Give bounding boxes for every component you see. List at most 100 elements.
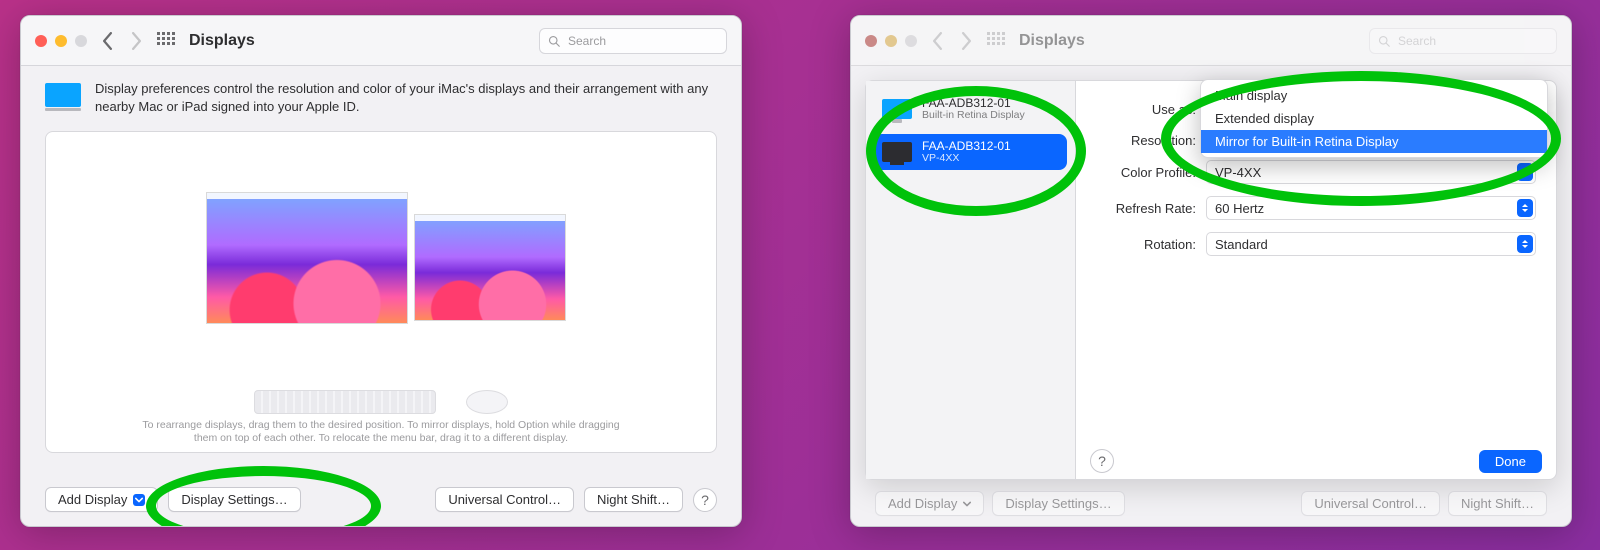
button-label: Universal Control…: [448, 492, 561, 507]
display-settings-sheet: FAA-ADB312-01 Built-in Retina Display FA…: [865, 80, 1557, 480]
button-label: Display Settings…: [181, 492, 287, 507]
use-as-label: Use as:: [1096, 102, 1196, 117]
display-thumbnail-main[interactable]: [206, 192, 408, 324]
rotation-select[interactable]: Standard: [1206, 232, 1536, 256]
intro-row: Display preferences control the resoluti…: [21, 66, 741, 125]
search-icon: [548, 35, 560, 47]
select-stepper-icon: [1517, 163, 1533, 181]
displays-window-right: Displays FAA-ADB312-01 Built-in Retina D…: [850, 15, 1572, 527]
toolbar: Displays: [21, 16, 741, 66]
display-settings-pane: Use as: Resolution: Scaled Color Profile…: [1076, 81, 1556, 479]
use-as-popup: Main display Extended display Mirror for…: [1200, 79, 1548, 158]
search-field: [1369, 28, 1557, 54]
color-profile-row: Color Profile: VP-4XX: [1096, 160, 1536, 184]
night-shift-button: Night Shift…: [1448, 491, 1547, 516]
keyboard-mouse-graphic: [46, 390, 716, 414]
close-window-button[interactable]: [865, 35, 877, 47]
rotation-row: Rotation: Standard: [1096, 232, 1536, 256]
nav-arrows: [101, 32, 143, 50]
display-icon: [45, 83, 81, 107]
arrangement-help-line: To rearrange displays, drag them to the …: [60, 419, 702, 433]
color-profile-label: Color Profile:: [1096, 165, 1196, 180]
resolution-label: Resolution:: [1096, 133, 1196, 148]
display-name: FAA-ADB312-01: [922, 140, 1011, 153]
chevron-down-icon: [133, 494, 145, 506]
sheet-footer: ? Done: [1090, 449, 1542, 473]
wallpaper-icon: [415, 215, 565, 320]
all-prefs-grid-icon: [987, 32, 1005, 50]
display-list-item-external[interactable]: FAA-ADB312-01 VP-4XX: [874, 134, 1067, 171]
window-title: Displays: [1019, 32, 1085, 50]
keyboard-icon: [254, 390, 436, 414]
done-button[interactable]: Done: [1479, 450, 1542, 473]
display-list-item-builtin[interactable]: FAA-ADB312-01 Built-in Retina Display: [874, 91, 1067, 128]
select-value: VP-4XX: [1215, 165, 1261, 180]
mouse-icon: [466, 390, 508, 414]
window-title: Displays: [189, 32, 255, 50]
universal-control-button: Universal Control…: [1301, 491, 1440, 516]
button-label: Display Settings…: [1005, 496, 1111, 511]
help-button[interactable]: ?: [693, 488, 717, 512]
help-button[interactable]: ?: [1090, 449, 1114, 473]
displays-window-left: Displays Display preferences control the…: [20, 15, 742, 527]
arrangement-help-text: To rearrange displays, drag them to the …: [60, 419, 702, 446]
add-display-button[interactable]: Add Display: [45, 487, 158, 512]
night-shift-button[interactable]: Night Shift…: [584, 487, 683, 512]
button-label: Add Display: [888, 496, 957, 511]
select-stepper-icon: [1517, 235, 1533, 253]
display-list-item-text: FAA-ADB312-01 VP-4XX: [922, 140, 1011, 165]
button-label: Night Shift…: [597, 492, 670, 507]
button-label: Universal Control…: [1314, 496, 1427, 511]
footer-right: Add Display Display Settings… Universal …: [875, 491, 1547, 516]
zoom-window-button[interactable]: [905, 35, 917, 47]
intro-text: Display preferences control the resoluti…: [95, 80, 717, 115]
zoom-window-button[interactable]: [75, 35, 87, 47]
back-button[interactable]: [101, 32, 114, 50]
wallpaper-icon: [207, 193, 407, 323]
forward-button[interactable]: [130, 32, 143, 50]
window-traffic-lights: [865, 35, 917, 47]
universal-control-button[interactable]: Universal Control…: [435, 487, 574, 512]
select-stepper-icon: [1517, 199, 1533, 217]
minimize-window-button[interactable]: [885, 35, 897, 47]
rotation-label: Rotation:: [1096, 237, 1196, 252]
arrangement-help-line: them on top of each other. To relocate t…: [60, 432, 702, 446]
refresh-rate-select[interactable]: 60 Hertz: [1206, 196, 1536, 220]
toolbar: Displays: [851, 16, 1571, 66]
display-settings-button[interactable]: Display Settings…: [168, 487, 300, 512]
search-input: [1396, 33, 1548, 49]
window-traffic-lights: [35, 35, 87, 47]
refresh-rate-label: Refresh Rate:: [1096, 201, 1196, 216]
search-icon: [1378, 35, 1390, 47]
refresh-rate-row: Refresh Rate: 60 Hertz: [1096, 196, 1536, 220]
use-as-option-main[interactable]: Main display: [1201, 84, 1547, 107]
all-prefs-grid-icon[interactable]: [157, 32, 175, 50]
footer-left: Add Display Display Settings… Universal …: [45, 487, 717, 512]
button-label: Night Shift…: [1461, 496, 1534, 511]
arrangement-area[interactable]: [46, 192, 716, 342]
forward-button: [960, 32, 973, 50]
imac-icon: [882, 99, 912, 119]
color-profile-select[interactable]: VP-4XX: [1206, 160, 1536, 184]
sheet-area: FAA-ADB312-01 Built-in Retina Display FA…: [851, 66, 1571, 480]
select-value: Standard: [1215, 237, 1268, 252]
minimize-window-button[interactable]: [55, 35, 67, 47]
add-display-button: Add Display: [875, 491, 984, 516]
search-field[interactable]: [539, 28, 727, 54]
display-thumbnail-secondary[interactable]: [414, 214, 566, 321]
display-list: FAA-ADB312-01 Built-in Retina Display FA…: [866, 81, 1076, 479]
back-button: [931, 32, 944, 50]
button-label: Done: [1495, 454, 1526, 469]
chevron-down-icon: [963, 500, 971, 508]
use-as-option-mirror[interactable]: Mirror for Built-in Retina Display: [1201, 130, 1547, 153]
use-as-option-extended[interactable]: Extended display: [1201, 107, 1547, 130]
display-subtitle: VP-4XX: [922, 153, 1011, 165]
nav-arrows: [931, 32, 973, 50]
button-label: Add Display: [58, 492, 127, 507]
arrangement-box: To rearrange displays, drag them to the …: [45, 131, 717, 453]
display-list-item-text: FAA-ADB312-01 Built-in Retina Display: [922, 97, 1025, 122]
search-input[interactable]: [566, 33, 718, 49]
select-value: 60 Hertz: [1215, 201, 1264, 216]
close-window-button[interactable]: [35, 35, 47, 47]
display-subtitle: Built-in Retina Display: [922, 110, 1025, 122]
